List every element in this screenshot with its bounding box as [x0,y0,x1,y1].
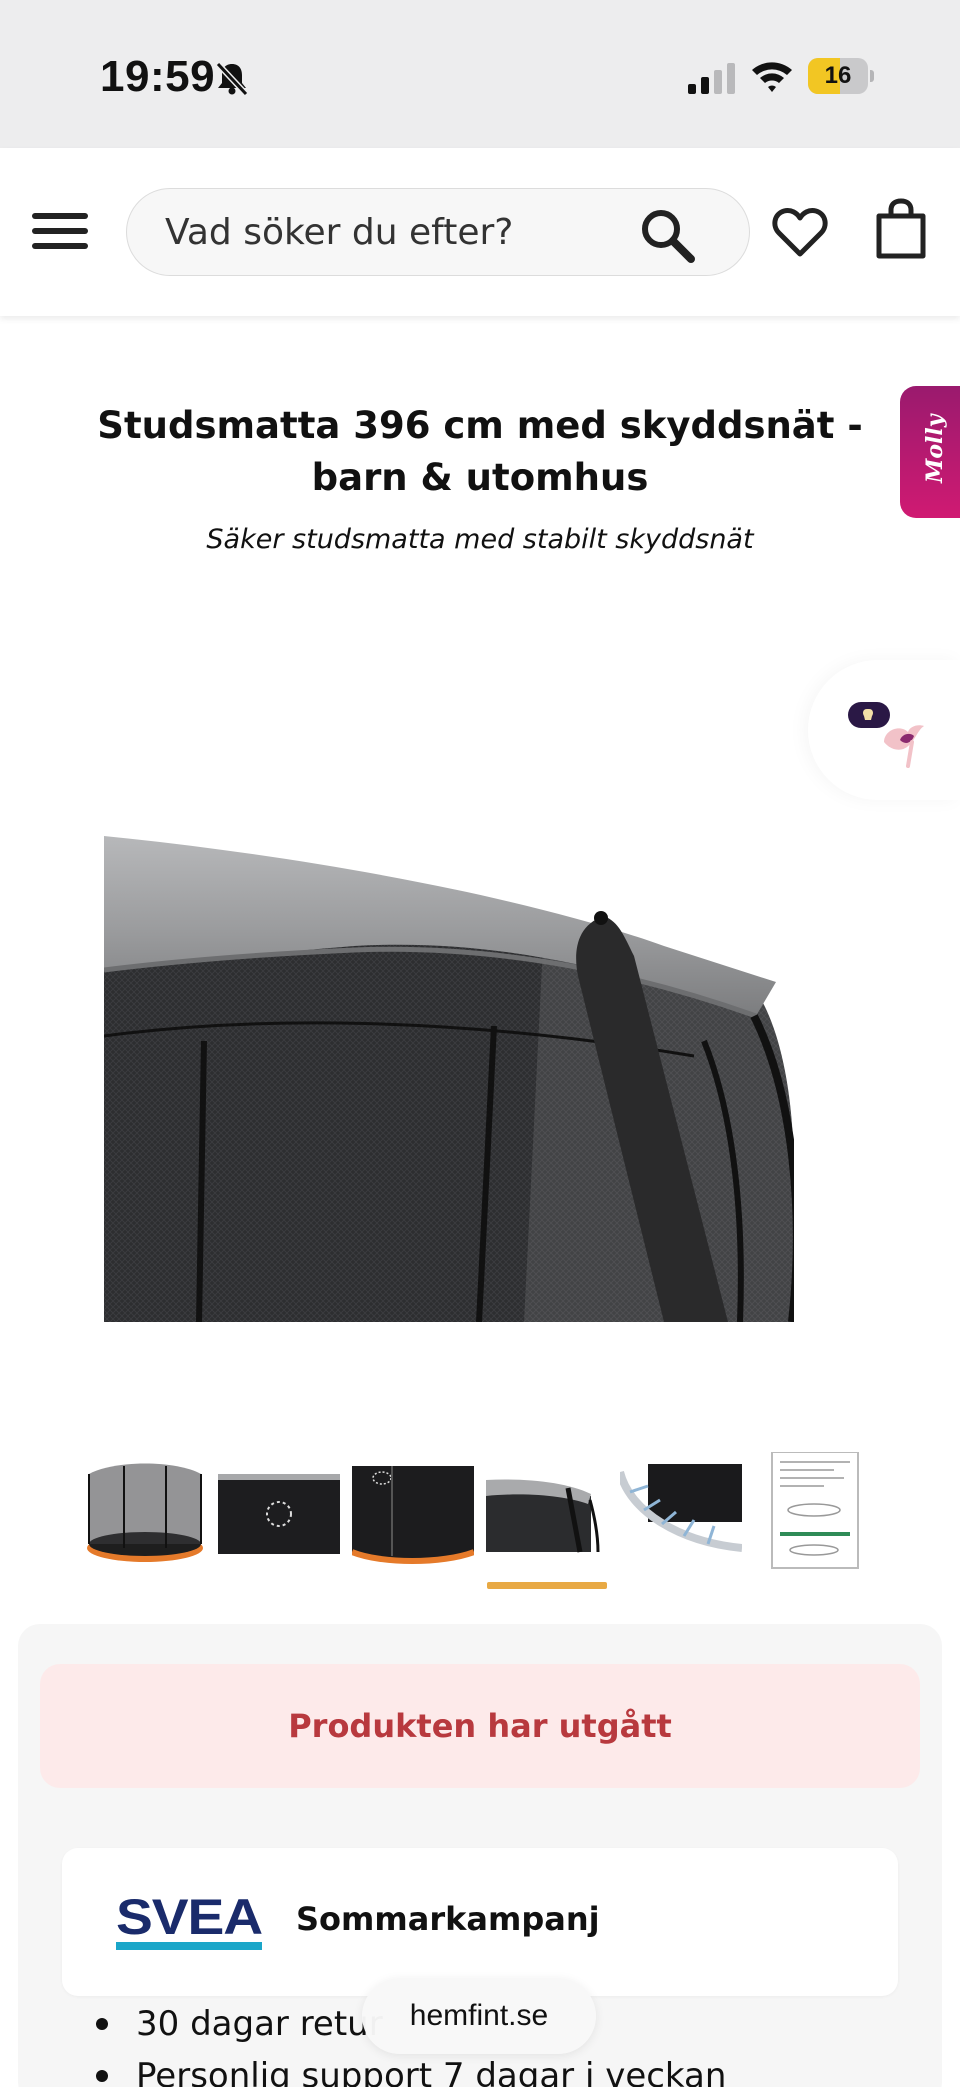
lightbulb-bird-icon [848,702,924,768]
svea-logo-text: SVEA [116,1894,262,1945]
search-input[interactable] [165,189,645,275]
browser-url-pill[interactable]: hemfint.se [362,1978,596,2054]
svea-campaign-title: Sommarkampanj [296,1900,600,1938]
bell-slash-icon [215,61,249,96]
thumbnail-5[interactable] [616,1452,743,1570]
search-icon[interactable] [637,205,697,265]
thumbnail-1[interactable] [84,1452,206,1570]
svea-campaign-card[interactable]: SVEA Sommarkampanj [62,1848,898,1996]
bullet [96,2070,108,2082]
battery-icon: 16 [808,58,874,94]
molly-label: Molly [922,414,948,483]
molly-assistant-tab[interactable]: Molly [900,386,960,518]
product-subtitle: Säker studsmatta med stabilt skyddsnät [206,524,754,555]
thumbnail-4[interactable] [486,1452,608,1570]
battery-level: 16 [824,62,852,89]
search-box[interactable] [126,188,750,276]
svea-logo: SVEA [116,1894,263,1950]
product-main-image[interactable] [104,836,794,1322]
discontinued-text: Produkten har utgått [288,1707,672,1745]
wifi-icon [752,62,792,92]
thumbnail-3[interactable] [350,1452,476,1570]
browser-url: hemfint.se [409,1999,549,2032]
thumbnail-strip [84,1451,880,1592]
discontinued-banner: Produkten har utgått [40,1664,920,1788]
selected-thumbnail-indicator [487,1582,607,1589]
benefit-item: Personlig support 7 dagar i veckan [92,2050,912,2087]
cellular-signal-icon [688,63,735,94]
chat-assistant-button[interactable] [808,660,960,800]
shopping-bag-icon[interactable] [874,198,928,260]
status-bar: 19:59 16 [0,0,960,148]
thumbnail-6[interactable] [754,1451,876,1570]
bullet [96,2018,108,2030]
benefit-text: Personlig support 7 dagar i veckan [136,2056,727,2087]
status-time: 19:59 [100,52,216,101]
site-header [0,148,960,316]
heart-icon[interactable] [772,206,828,258]
product-title: Studsmatta 396 cm med skyddsnät - barn &… [97,404,863,499]
thumbnail-2[interactable] [218,1452,340,1570]
benefit-text: 30 dagar retur [136,2004,383,2044]
hamburger-menu-icon[interactable] [30,210,90,252]
